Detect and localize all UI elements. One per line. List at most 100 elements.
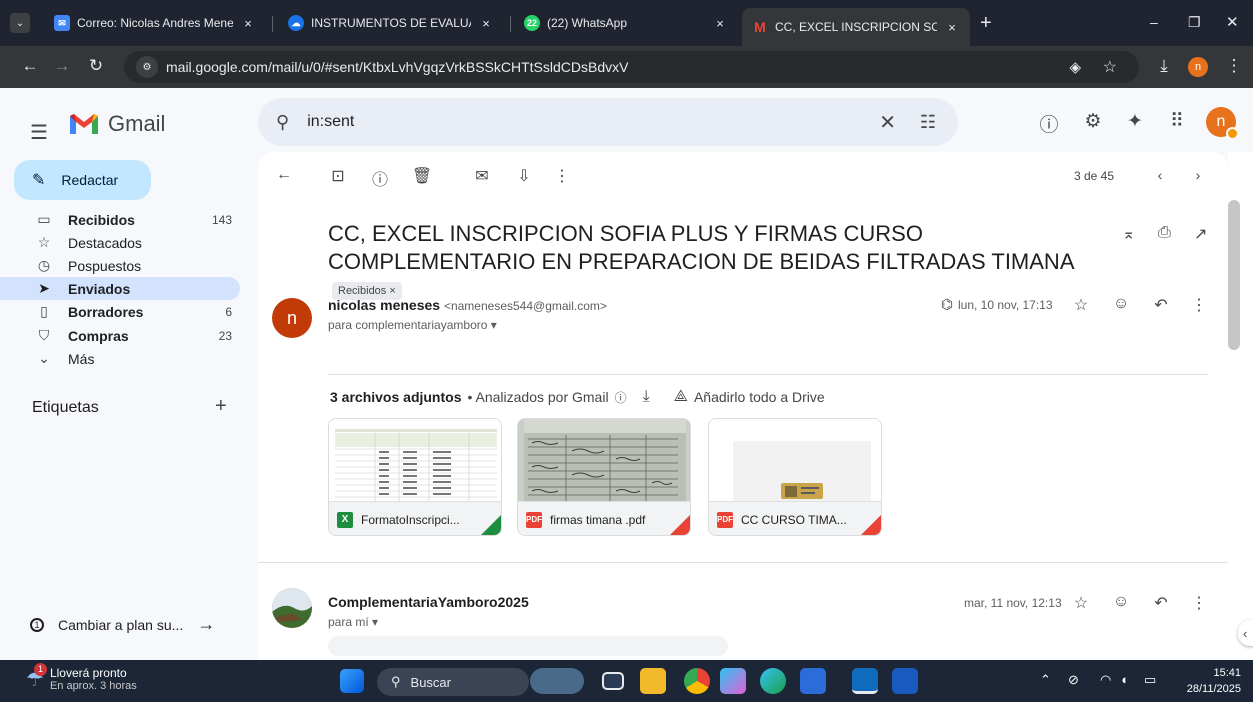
- back-to-list-icon[interactable]: ←: [272, 166, 296, 184]
- more-actions-icon[interactable]: ⋮: [550, 166, 574, 186]
- chrome-icon[interactable]: [684, 668, 710, 694]
- close-tab-icon[interactable]: ×: [240, 16, 256, 31]
- older-message-icon[interactable]: ›: [1186, 167, 1210, 183]
- reply-icon[interactable]: ↶: [1150, 593, 1172, 613]
- collapse-all-icon[interactable]: ⌅: [1122, 224, 1135, 244]
- search-input[interactable]: in:sent: [307, 113, 354, 131]
- site-info-icon[interactable]: ⚙: [136, 56, 158, 78]
- browser-tab-active[interactable]: M CC, EXCEL INSCRIPCION SOFIA ×: [742, 8, 970, 46]
- search-options-icon[interactable]: ☷: [920, 112, 936, 133]
- sender-name[interactable]: nicolas meneses: [328, 297, 440, 313]
- system-clock[interactable]: 15:41 28/11/2025: [1187, 665, 1241, 697]
- gemini-sparkle-icon[interactable]: ✦: [1122, 110, 1148, 133]
- close-tab-icon[interactable]: ×: [944, 20, 960, 35]
- attachment-card[interactable]: PDF CC CURSO TIMA...: [708, 418, 882, 536]
- open-new-window-icon[interactable]: ↗: [1194, 224, 1207, 244]
- download-all-icon[interactable]: ⤓: [643, 388, 650, 406]
- attachment-card[interactable]: X FormatoInscripci...: [328, 418, 502, 536]
- delete-icon[interactable]: 🗑: [410, 166, 434, 186]
- mark-unread-icon[interactable]: ✉: [470, 166, 494, 186]
- url-text[interactable]: mail.google.com/mail/u/0/#sent/KtbxLvhVg…: [166, 59, 628, 75]
- maximize-button[interactable]: ❐: [1188, 14, 1201, 31]
- back-icon[interactable]: ←: [18, 56, 42, 76]
- windows-start-icon[interactable]: [340, 669, 364, 693]
- drive-add-icon[interactable]: ⟁: [674, 388, 688, 406]
- main-menu-icon[interactable]: ☰: [30, 120, 48, 145]
- gmail-logo[interactable]: Gmail: [68, 107, 165, 141]
- store-icon[interactable]: [800, 668, 826, 694]
- profile-avatar[interactable]: n: [1188, 57, 1208, 77]
- newer-message-icon[interactable]: ‹: [1148, 167, 1172, 183]
- taskbar-search[interactable]: ⚲ Buscar: [377, 668, 529, 696]
- task-view-icon[interactable]: [602, 672, 624, 690]
- sender-avatar[interactable]: n: [272, 298, 312, 338]
- search-icon[interactable]: ⚲: [276, 112, 289, 133]
- side-panel-toggle[interactable]: ‹: [1238, 620, 1253, 646]
- add-label-button[interactable]: +: [215, 395, 227, 418]
- clear-search-icon[interactable]: ✕: [879, 110, 896, 135]
- minimize-button[interactable]: –: [1150, 14, 1158, 30]
- address-bar[interactable]: ⚙ mail.google.com/mail/u/0/#sent/KtbxLvh…: [124, 51, 1139, 83]
- sidebar-item-inbox[interactable]: ▭ Recibidos 143: [0, 208, 240, 231]
- notifications-off-icon[interactable]: ⊘: [1068, 672, 1079, 688]
- copilot-icon[interactable]: [720, 668, 746, 694]
- reload-icon[interactable]: ↻: [84, 56, 108, 76]
- sidebar-item-snoozed[interactable]: ◷ Pospuestos: [0, 254, 240, 277]
- add-all-to-drive-link[interactable]: Añadirlo todo a Drive: [694, 389, 825, 405]
- move-to-icon[interactable]: ⇩: [512, 166, 536, 186]
- news-widget-icon[interactable]: [530, 668, 584, 694]
- scan-info-icon[interactable]: ⓘ: [615, 389, 627, 406]
- sidebar-item-more[interactable]: ⌄ Más: [0, 347, 240, 370]
- tray-chevron-icon[interactable]: ⌃: [1040, 672, 1051, 688]
- sidebar-item-starred[interactable]: ☆ Destacados: [0, 231, 240, 254]
- recipient-line[interactable]: para mí ▾: [328, 615, 378, 629]
- browser-tab[interactable]: ☁ INSTRUMENTOS DE EVALUACIÓN ×: [278, 8, 504, 38]
- browser-tab[interactable]: ✉ Correo: Nicolas Andres Meneses ×: [44, 8, 266, 38]
- volume-icon[interactable]: ◖: [1120, 672, 1128, 687]
- close-window-button[interactable]: ✕: [1226, 13, 1239, 31]
- browser-menu-icon[interactable]: ⋮: [1222, 56, 1246, 76]
- sender-name[interactable]: ComplementariaYamboro2025: [328, 594, 529, 610]
- search-bar[interactable]: ⚲ in:sent ✕ ☷: [258, 98, 958, 146]
- message-more-icon[interactable]: ⋮: [1188, 295, 1210, 315]
- bookmark-star-icon[interactable]: ☆: [1103, 57, 1117, 77]
- sender-avatar-photo[interactable]: [272, 588, 312, 628]
- sidebar-item-sent[interactable]: ➤ Enviados: [0, 277, 240, 300]
- extension-icon[interactable]: ◈: [1069, 58, 1081, 76]
- print-icon[interactable]: ⎙: [1158, 224, 1171, 242]
- attachment-card[interactable]: PDF firmas timana .pdf: [517, 418, 691, 536]
- compose-button[interactable]: ✎ Redactar: [14, 160, 151, 200]
- star-message-icon[interactable]: ☆: [1070, 295, 1092, 315]
- scrollbar-thumb[interactable]: [1228, 200, 1240, 350]
- star-message-icon[interactable]: ☆: [1070, 593, 1092, 613]
- archive-icon[interactable]: ⊡: [326, 166, 350, 186]
- account-avatar[interactable]: n: [1206, 107, 1239, 140]
- close-tab-icon[interactable]: ×: [478, 16, 494, 31]
- download-icon[interactable]: ⤓: [1152, 56, 1176, 76]
- message-more-icon[interactable]: ⋮: [1188, 593, 1210, 613]
- scrollbar[interactable]: [1228, 152, 1253, 660]
- word-icon[interactable]: [892, 668, 918, 694]
- emoji-react-icon[interactable]: ☺: [1110, 593, 1132, 611]
- settings-gear-icon[interactable]: ⚙: [1080, 110, 1106, 133]
- outlook-icon[interactable]: [852, 668, 878, 694]
- tab-search-button[interactable]: ⌄: [10, 13, 30, 33]
- apps-grid-icon[interactable]: ⠿: [1164, 110, 1190, 133]
- recipient-line[interactable]: para complementariayamboro ▾: [328, 318, 497, 332]
- emoji-react-icon[interactable]: ☺: [1110, 295, 1132, 313]
- file-explorer-icon[interactable]: [640, 668, 666, 694]
- reply-icon[interactable]: ↶: [1150, 295, 1172, 315]
- weather-widget[interactable]: ☂ 1 Lloverá pronto En aprox. 3 horas: [26, 662, 137, 692]
- wifi-icon[interactable]: ◠: [1100, 672, 1111, 688]
- upgrade-plan-button[interactable]: 1 Cambiar a plan su... →: [30, 614, 240, 635]
- edge-icon[interactable]: [760, 668, 786, 694]
- help-icon[interactable]: ⓘ: [1036, 110, 1062, 137]
- sidebar-item-purchases[interactable]: ⛉ Compras 23: [0, 324, 240, 347]
- browser-tab[interactable]: 22 (22) WhatsApp ×: [514, 8, 738, 38]
- close-tab-icon[interactable]: ×: [712, 16, 728, 31]
- report-spam-icon[interactable]: ⓘ: [368, 166, 392, 190]
- battery-icon[interactable]: ▭: [1144, 672, 1156, 688]
- sidebar-item-drafts[interactable]: ▯ Borradores 6: [0, 300, 240, 323]
- forward-icon[interactable]: →: [50, 56, 74, 76]
- new-tab-button[interactable]: +: [980, 12, 992, 35]
